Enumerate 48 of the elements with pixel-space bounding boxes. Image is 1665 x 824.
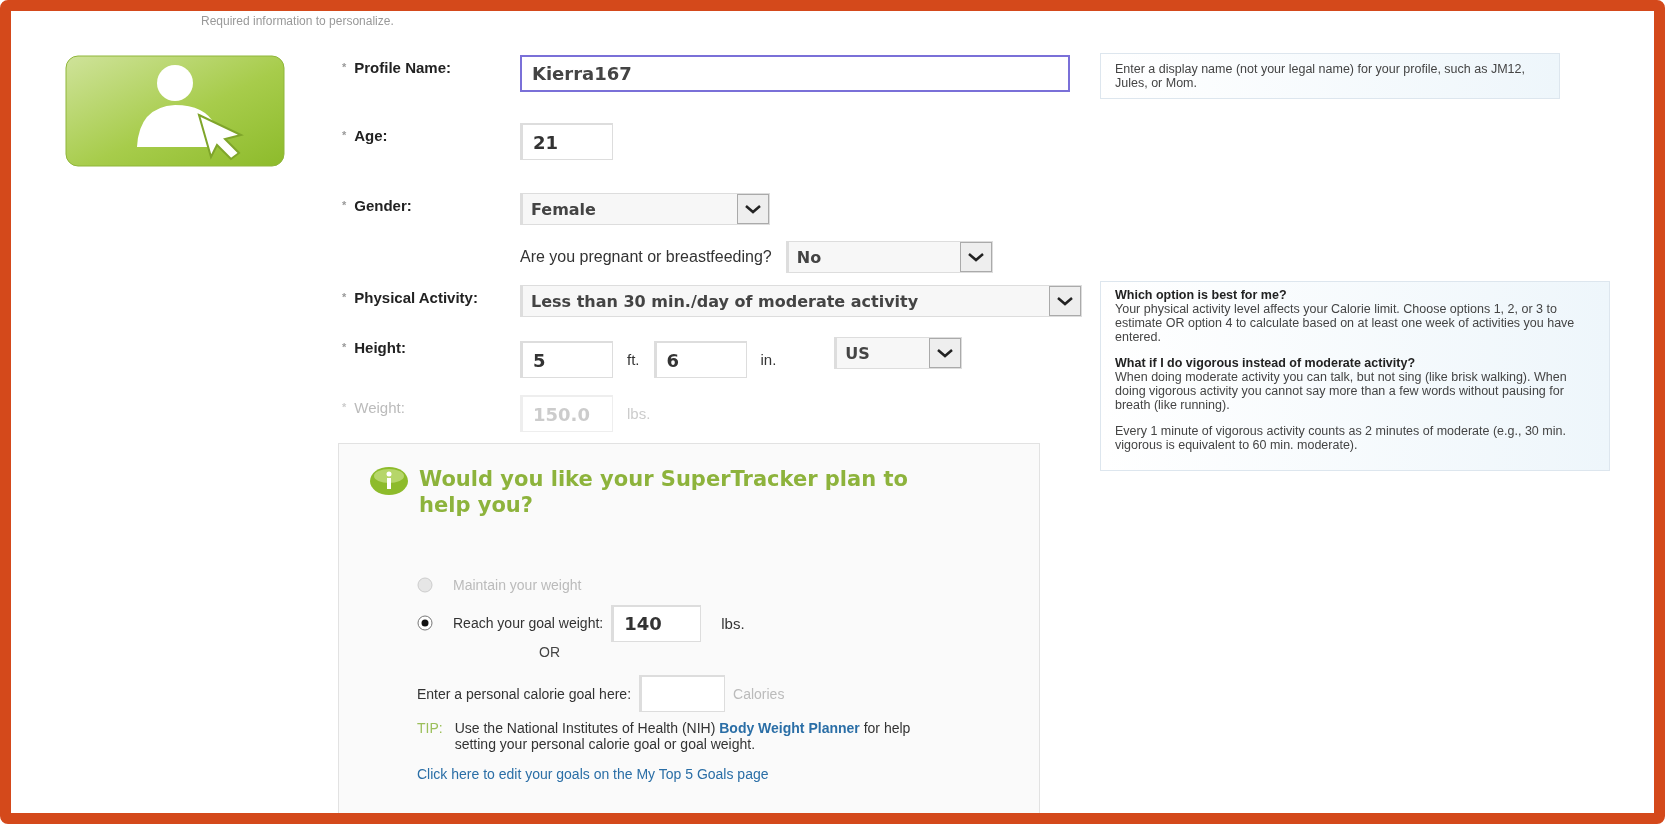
required-mark: * (342, 128, 347, 143)
help-paragraph: Every 1 minute of vigorous activity counts as 2 minutes of moderate (e.g., 30 min. vigorous is equivalent to 60 min. moderate). (1115, 424, 1567, 452)
radio-button[interactable] (417, 615, 433, 631)
tip-label: TIP: (417, 720, 443, 738)
dropdown[interactable]: Less than 30 min./day of moderate activity (520, 285, 1082, 317)
unit-label: in. (760, 351, 777, 368)
feet-field[interactable]: 5 (520, 341, 613, 378)
unit-label: ft. (627, 351, 640, 368)
question-label: Are you pregnant or breastfeeding? (520, 248, 772, 266)
field-label: Weight: (354, 399, 405, 416)
required-mark: * (342, 290, 347, 305)
help-paragraph: What if I do vigorous instead of moderate activity? When doing moderate activity you can talk, but not sing (like brisk walking). When doing vigorous activity you cannot say more than a few words without pausing for breath (like running). (1115, 356, 1568, 412)
plan-title: Would you like your SuperTracker plan to help you? (419, 466, 909, 518)
caret-icon (737, 194, 769, 224)
field-label: Height: (354, 339, 406, 356)
help-paragraph: Which option is best for me? Your physical activity level affects your Calorie limit. Choose options 1, 2, or 3 to estimate OR option 4 to calculate based on at least one week of activities you have entered. (1115, 288, 1576, 344)
caret-icon (929, 338, 962, 368)
body-weight-planner-link[interactable]: Body Weight Planner (719, 720, 860, 736)
dropdown[interactable]: Female (520, 193, 770, 225)
option-label: Reach your goal weight: (453, 615, 604, 631)
goal-weight-field[interactable]: 140 (611, 604, 702, 642)
info-icon (369, 466, 409, 496)
field-label: Age: (354, 127, 388, 144)
caret-icon (959, 242, 992, 272)
required-mark: * (342, 60, 347, 75)
required-mark: * (342, 340, 347, 355)
unit-label: lbs. (721, 614, 745, 632)
text-field[interactable]: Kierra167 (520, 55, 1070, 92)
required-mark: * (342, 198, 347, 213)
field-label: Physical Activity: (354, 289, 478, 306)
profile-user-icon (65, 55, 285, 167)
calorie-goal-label: Enter a personal calorie goal here: (417, 685, 632, 702)
option-label: Maintain your weight (453, 577, 582, 593)
unit-label: Calories (733, 685, 785, 702)
dropdown[interactable]: No (785, 241, 993, 273)
field-label: Profile Name: (354, 59, 451, 76)
field-label: Gender: (354, 197, 412, 214)
text-field[interactable]: 21 (520, 123, 613, 160)
required-mark: * (342, 400, 347, 415)
caret-icon (1049, 286, 1081, 316)
required-note: Required information to personalize. (201, 14, 394, 28)
profile-name-tip: Enter a display name (not your legal name) for your profile, such as JM12, Jules, or Mom. (1100, 53, 1560, 99)
tip-text: Use the National Institutes of Health (NIH) Body Weight Planner for help setting your personal calorie goal or goal weight. (454, 720, 912, 752)
edit-goals-link[interactable]: Click here to edit your goals on the My Top 5 Goals page (417, 766, 769, 782)
calorie-goal-field[interactable] (639, 675, 726, 712)
inches-field[interactable]: 6 (653, 341, 747, 378)
units-dropdown[interactable]: US (834, 337, 963, 369)
or-label: OR (539, 644, 560, 660)
